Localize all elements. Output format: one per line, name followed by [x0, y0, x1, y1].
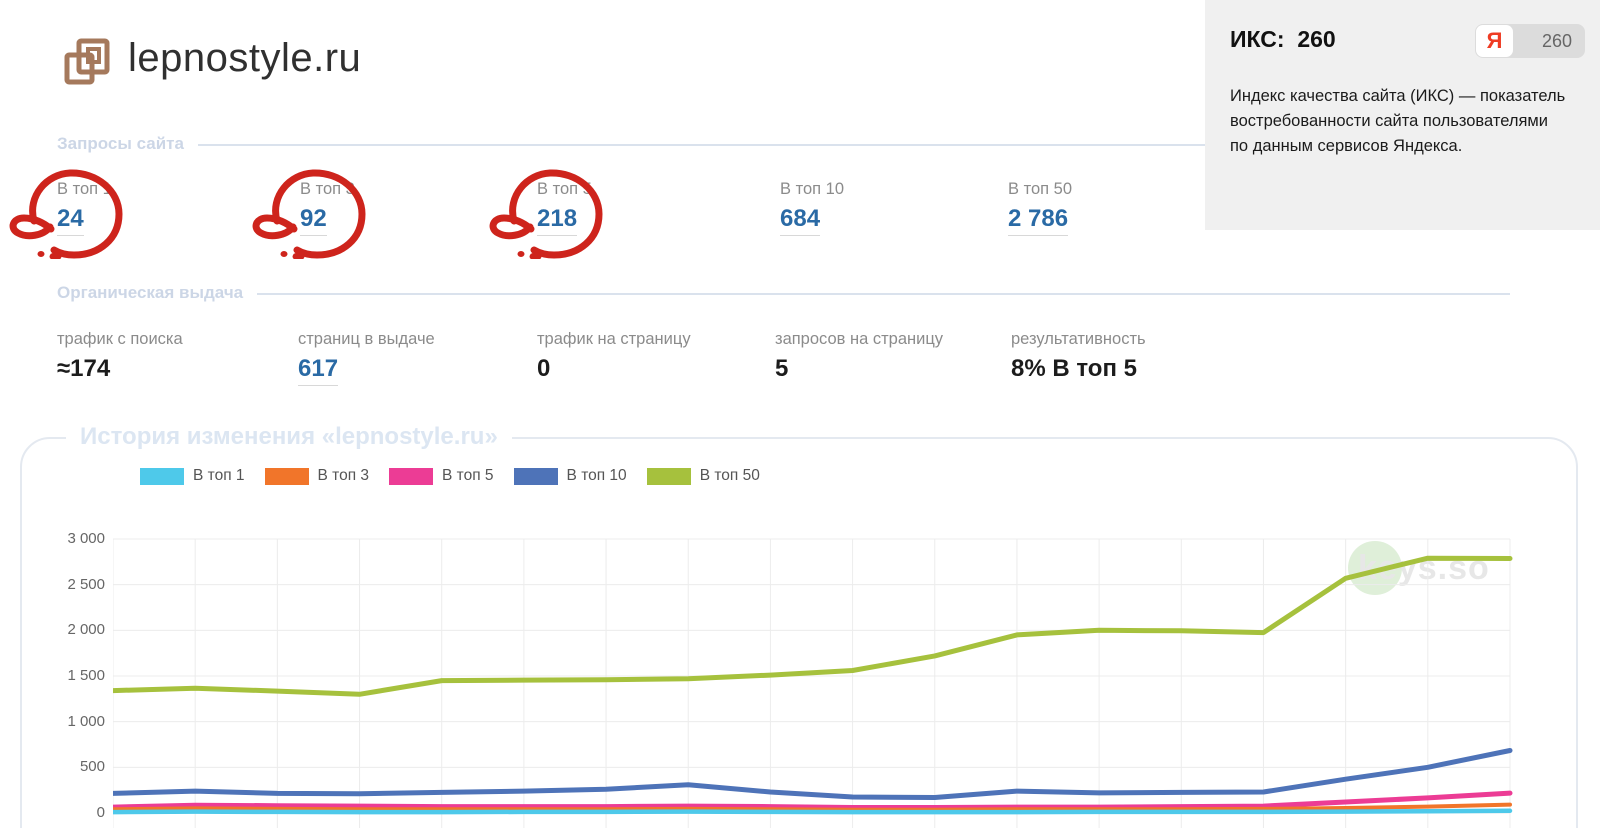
y-tick-label: 2 500	[67, 575, 105, 593]
stat-effectiveness: результативность 8% В топ 5	[1011, 330, 1146, 383]
section-header-organic: Органическая выдача	[57, 283, 1510, 303]
chart-legend: В топ 1 В топ 3 В топ 5 В топ 10 В топ 5…	[140, 467, 760, 485]
stat-value: 0	[537, 355, 551, 382]
section-divider	[257, 293, 1510, 295]
section-header-queries: Запросы сайта	[57, 134, 1205, 154]
legend-swatch-top5	[389, 467, 434, 485]
section-divider	[197, 144, 1205, 146]
y-tick-label: 2 000	[67, 621, 105, 639]
series-line-в-топ-10	[113, 748, 1513, 800]
stat-label: В топ 10	[780, 180, 845, 198]
iks-description: Индекс качества сайта (ИКС) — показатель…	[1230, 87, 1566, 155]
legend-swatch-top10	[513, 467, 558, 485]
iks-label: ИКС:	[1230, 26, 1285, 52]
stat-top50: В топ 50 2 786	[1008, 180, 1072, 236]
iks-value: 260	[1297, 26, 1336, 52]
stat-traffic-per-page: трафик на страницу 0	[537, 330, 691, 383]
stat-value-link[interactable]: 2 786	[1008, 205, 1069, 236]
iks-panel: ИКС: 260 Я 260 Индекс качества сайта (ИК…	[1205, 0, 1600, 230]
y-tick-label: 3 000	[67, 530, 105, 547]
y-tick-label: 1 500	[67, 667, 105, 684]
iks-badge-value: 260	[1541, 31, 1572, 51]
stat-label: запросов на страницу	[775, 330, 944, 348]
stat-value: 5	[775, 355, 789, 382]
legend-label: В топ 3	[317, 467, 370, 484]
page: lepnostyle.ru ИКС: 260 Я 260 Индекс каче…	[0, 0, 1600, 828]
legend-label: В топ 10	[566, 467, 627, 484]
stat-label: результативность	[1011, 330, 1146, 348]
stat-value-link[interactable]: 218	[537, 205, 578, 236]
series-line-в-топ-50	[113, 555, 1513, 697]
y-tick-label: 500	[79, 758, 105, 776]
stat-top5: В топ 5 218	[489, 169, 603, 259]
stat-label: В топ 5	[537, 180, 592, 198]
stat-top10: В топ 10 684	[780, 180, 844, 236]
stat-label: трафик на страницу	[537, 330, 691, 348]
y-tick-label: 1 000	[67, 712, 105, 730]
legend-label: В топ 50	[699, 467, 760, 484]
legend-item-top3[interactable]: В топ 3	[264, 467, 370, 485]
stat-top3: В топ 3 92	[252, 169, 366, 259]
yandex-iks-badge[interactable]: Я 260	[1475, 24, 1585, 58]
legend-swatch-top3	[264, 467, 309, 485]
stat-value: 8% В топ 5	[1011, 355, 1137, 382]
legend-item-top1[interactable]: В топ 1	[140, 467, 245, 485]
y-tick-label: 0	[96, 804, 105, 821]
history-chart-title: История изменения «lepnostyle.ru»	[66, 423, 512, 451]
legend-swatch-top50	[646, 467, 691, 485]
chart-y-axis: 0 500 1 000 1 500 2 000 2 500 3 000	[30, 0, 105, 828]
yandex-logo-icon: Я	[1476, 25, 1513, 57]
stat-value-link[interactable]: 684	[780, 205, 821, 236]
iks-heading: ИКС: 260	[1230, 26, 1336, 53]
legend-item-top50[interactable]: В топ 50	[646, 467, 760, 485]
legend-label: В топ 1	[193, 467, 245, 484]
stat-value-link[interactable]: 92	[300, 205, 327, 236]
stat-label: страниц в выдаче	[298, 330, 435, 348]
series-line-в-топ-1	[113, 808, 1513, 815]
legend-label: В топ 5	[442, 467, 494, 484]
stat-pages-in-serp: страниц в выдаче 617	[298, 330, 435, 386]
legend-item-top10[interactable]: В топ 10	[513, 467, 627, 485]
stat-label: В топ 50	[1008, 180, 1073, 198]
stat-value-link[interactable]: 617	[298, 355, 339, 386]
history-chart-plot[interactable]	[113, 520, 1513, 828]
legend-swatch-top1	[140, 467, 184, 485]
page-title: lepnostyle.ru	[128, 36, 362, 80]
legend-item-top5[interactable]: В топ 5	[389, 467, 494, 485]
stat-label: В топ 3	[300, 180, 355, 198]
stat-queries-per-page: запросов на страницу 5	[775, 330, 943, 383]
